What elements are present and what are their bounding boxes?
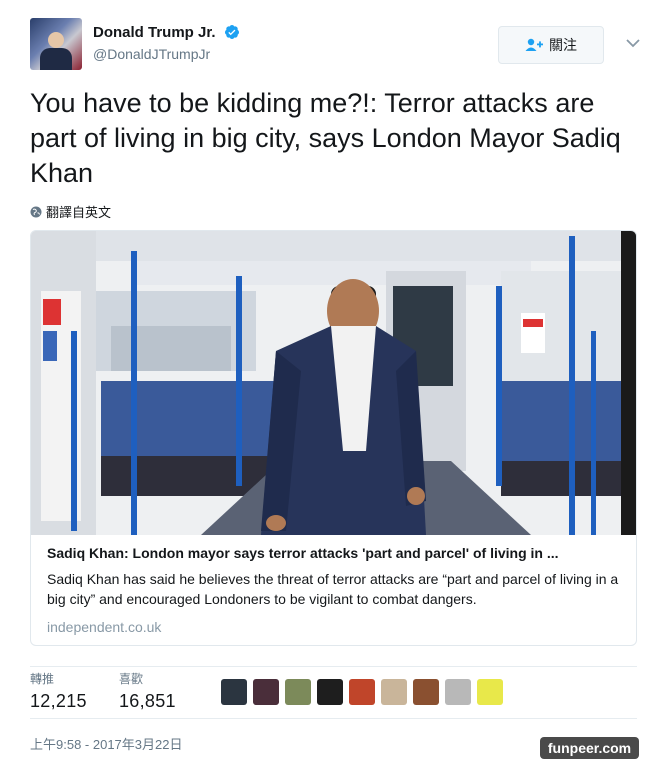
add-user-icon bbox=[525, 38, 543, 51]
card-domain[interactable]: independent.co.uk bbox=[47, 619, 622, 635]
liker-avatar[interactable] bbox=[221, 679, 247, 705]
liker-avatar[interactable] bbox=[285, 679, 311, 705]
tweet-timestamp[interactable]: 上午9:58 - 2017年3月22日 bbox=[30, 734, 182, 753]
chevron-down-icon[interactable] bbox=[626, 38, 640, 48]
liker-avatar[interactable] bbox=[253, 679, 279, 705]
author-name-block[interactable]: Donald Trump Jr. @DonaldJTrumpJr bbox=[93, 24, 240, 62]
tweet-header: Donald Trump Jr. @DonaldJTrumpJr 關注 bbox=[30, 18, 640, 78]
site-watermark: funpeer.com bbox=[540, 737, 639, 759]
link-card[interactable]: Sadiq Khan: London mayor says terror att… bbox=[30, 230, 637, 646]
liker-avatar[interactable] bbox=[413, 679, 439, 705]
retweets-count: 12,215 bbox=[30, 691, 87, 711]
liker-avatar[interactable] bbox=[445, 679, 471, 705]
liker-avatar[interactable] bbox=[317, 679, 343, 705]
divider-bottom bbox=[30, 718, 637, 719]
author-handle[interactable]: @DonaldJTrumpJr bbox=[93, 46, 240, 62]
translate-label[interactable]: 翻譯自英文 bbox=[46, 202, 111, 221]
article-photo[interactable] bbox=[31, 231, 636, 535]
author-display-name[interactable]: Donald Trump Jr. bbox=[93, 24, 216, 41]
card-description: Sadiq Khan has said he believes the thre… bbox=[47, 571, 619, 607]
card-title[interactable]: Sadiq Khan: London mayor says terror att… bbox=[47, 545, 622, 561]
globe-icon bbox=[30, 206, 42, 217]
follow-button[interactable]: 關注 bbox=[498, 26, 604, 64]
retweets-label: 轉推 bbox=[30, 672, 55, 686]
translate-link[interactable]: 翻譯自英文 bbox=[30, 202, 111, 221]
likes-count: 16,851 bbox=[119, 691, 176, 711]
verified-badge-icon bbox=[224, 25, 239, 39]
liker-avatar[interactable] bbox=[381, 679, 407, 705]
divider-top bbox=[30, 666, 637, 667]
liker-avatar[interactable] bbox=[477, 679, 503, 705]
retweet-stat[interactable]: 轉推 12,215 bbox=[30, 670, 87, 712]
liker-avatar[interactable] bbox=[349, 679, 375, 705]
follow-button-label: 關注 bbox=[549, 37, 577, 53]
likes-label: 喜歡 bbox=[119, 672, 144, 686]
liker-avatars bbox=[221, 679, 503, 705]
tweet-text: You have to be kidding me?!: Terror atta… bbox=[30, 88, 621, 188]
card-body[interactable]: Sadiq Khan: London mayor says terror att… bbox=[47, 545, 622, 635]
likes-stat[interactable]: 喜歡 16,851 bbox=[119, 670, 176, 712]
author-avatar[interactable] bbox=[30, 18, 82, 70]
